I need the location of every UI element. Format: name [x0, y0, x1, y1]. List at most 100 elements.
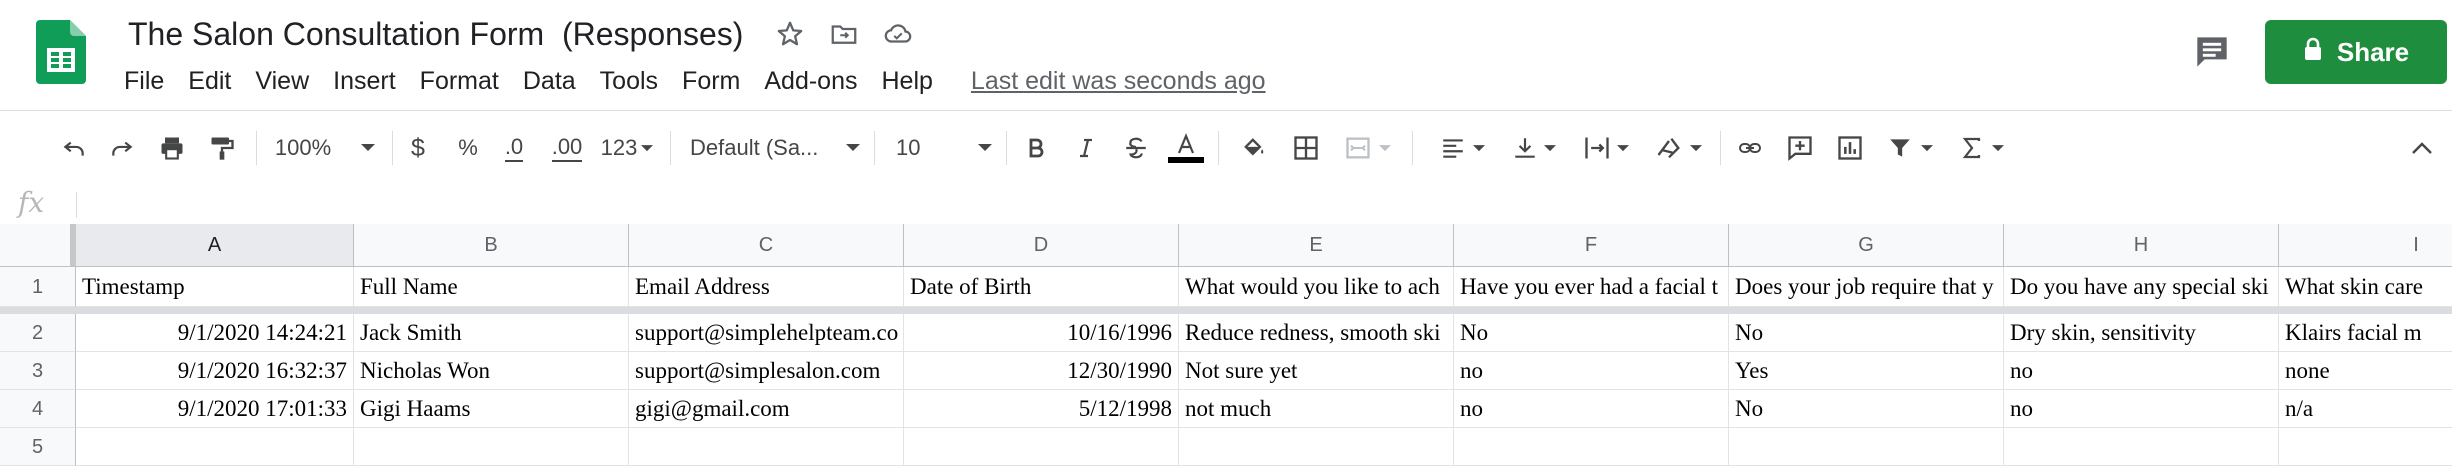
column-header-d[interactable]: D	[904, 224, 1179, 266]
share-button[interactable]: Share	[2265, 20, 2447, 84]
more-formats-button[interactable]: 123	[596, 111, 658, 185]
borders-icon[interactable]	[1284, 111, 1328, 185]
sheets-logo-icon[interactable]	[36, 20, 86, 84]
cell-g4[interactable]: No	[1729, 390, 2004, 428]
column-header-e[interactable]: E	[1179, 224, 1454, 266]
cell-h5[interactable]	[2004, 428, 2279, 466]
text-color-icon[interactable]	[1166, 111, 1206, 185]
text-wrapping-icon[interactable]	[1574, 111, 1638, 185]
cell-d5[interactable]	[904, 428, 1179, 466]
format-currency-button[interactable]: $	[398, 111, 438, 185]
cell-a4[interactable]: 9/1/2020 17:01:33	[76, 390, 354, 428]
horizontal-align-icon[interactable]	[1430, 111, 1494, 185]
vertical-align-icon[interactable]	[1502, 111, 1566, 185]
cell-g5[interactable]	[1729, 428, 2004, 466]
cell-f2[interactable]: No	[1454, 314, 1729, 352]
cloud-status-icon[interactable]	[880, 16, 916, 52]
cell-i3[interactable]: none	[2279, 352, 2452, 390]
column-header-h[interactable]: H	[2004, 224, 2279, 266]
insert-chart-icon[interactable]	[1828, 111, 1872, 185]
cell-e4[interactable]: not much	[1179, 390, 1454, 428]
cell-i1[interactable]: What skin care	[2279, 267, 2452, 307]
column-header-f[interactable]: F	[1454, 224, 1729, 266]
menu-insert[interactable]: Insert	[321, 60, 408, 102]
bold-icon[interactable]	[1016, 111, 1056, 185]
formula-input[interactable]	[84, 184, 2444, 224]
menu-form[interactable]: Form	[670, 60, 752, 102]
document-title[interactable]: The Salon Consultation Form (Responses)	[128, 12, 743, 56]
column-header-c[interactable]: C	[629, 224, 904, 266]
insert-comment-icon[interactable]	[1778, 111, 1822, 185]
functions-icon[interactable]	[1950, 111, 2014, 185]
cell-e3[interactable]: Not sure yet	[1179, 352, 1454, 390]
row-header[interactable]: 4	[0, 390, 76, 428]
row-header[interactable]: 5	[0, 428, 76, 466]
star-icon[interactable]	[772, 16, 808, 52]
cell-h4[interactable]: no	[2004, 390, 2279, 428]
cell-g1[interactable]: Does your job require that y	[1729, 267, 2004, 307]
cell-b4[interactable]: Gigi Haams	[354, 390, 629, 428]
last-edit-link[interactable]: Last edit was seconds ago	[971, 67, 1266, 96]
menu-tools[interactable]: Tools	[588, 60, 670, 102]
menu-format[interactable]: Format	[408, 60, 511, 102]
cell-d1[interactable]: Date of Birth	[904, 267, 1179, 307]
menu-view[interactable]: View	[243, 60, 321, 102]
font-size-select[interactable]: 10	[896, 111, 992, 185]
cell-a5[interactable]	[76, 428, 354, 466]
column-header-b[interactable]: B	[354, 224, 629, 266]
column-header-g[interactable]: G	[1729, 224, 2004, 266]
cell-a3[interactable]: 9/1/2020 16:32:37	[76, 352, 354, 390]
cell-b1[interactable]: Full Name	[354, 267, 629, 307]
column-header-i[interactable]: I	[2279, 224, 2452, 266]
zoom-select[interactable]: 100%	[270, 111, 380, 185]
cell-c4[interactable]: gigi@gmail.com	[629, 390, 904, 428]
cell-i2[interactable]: Klairs facial m	[2279, 314, 2452, 352]
collapse-menus-icon[interactable]	[2404, 111, 2440, 185]
cell-c5[interactable]	[629, 428, 904, 466]
cell-a1[interactable]: Timestamp	[76, 267, 354, 307]
cell-f1[interactable]: Have you ever had a facial t	[1454, 267, 1729, 307]
insert-link-icon[interactable]	[1728, 111, 1772, 185]
print-icon[interactable]	[150, 111, 194, 185]
cell-h2[interactable]: Dry skin, sensitivity	[2004, 314, 2279, 352]
cell-i4[interactable]: n/a	[2279, 390, 2452, 428]
cell-b2[interactable]: Jack Smith	[354, 314, 629, 352]
column-header-a[interactable]: A	[76, 224, 354, 266]
cell-f3[interactable]: no	[1454, 352, 1729, 390]
cell-d2[interactable]: 10/16/1996	[904, 314, 1179, 352]
italic-icon[interactable]	[1066, 111, 1106, 185]
cell-e1[interactable]: What would you like to ach	[1179, 267, 1454, 307]
cell-e2[interactable]: Reduce redness, smooth ski	[1179, 314, 1454, 352]
format-percent-button[interactable]: %	[448, 111, 488, 185]
cell-i5[interactable]	[2279, 428, 2452, 466]
text-rotation-icon[interactable]	[1646, 111, 1710, 185]
move-to-folder-icon[interactable]	[826, 16, 862, 52]
frozen-row-divider[interactable]	[0, 307, 2452, 314]
cell-f5[interactable]	[1454, 428, 1729, 466]
cell-c2[interactable]: support@simplehelpteam.co	[629, 314, 904, 352]
fill-color-icon[interactable]	[1232, 111, 1276, 185]
strikethrough-icon[interactable]	[1116, 111, 1156, 185]
cell-c1[interactable]: Email Address	[629, 267, 904, 307]
row-header[interactable]: 3	[0, 352, 76, 390]
cell-d3[interactable]: 12/30/1990	[904, 352, 1179, 390]
cell-f4[interactable]: no	[1454, 390, 1729, 428]
filter-icon[interactable]	[1878, 111, 1942, 185]
cell-a2[interactable]: 9/1/2020 14:24:21	[76, 314, 354, 352]
paint-format-icon[interactable]	[200, 111, 244, 185]
row-header[interactable]: 2	[0, 314, 76, 352]
menu-help[interactable]: Help	[870, 60, 945, 102]
cell-b5[interactable]	[354, 428, 629, 466]
cell-h3[interactable]: no	[2004, 352, 2279, 390]
menu-edit[interactable]: Edit	[176, 60, 243, 102]
cell-d4[interactable]: 5/12/1998	[904, 390, 1179, 428]
menu-data[interactable]: Data	[511, 60, 588, 102]
decrease-decimal-button[interactable]: .0	[494, 111, 534, 185]
menu-add-ons[interactable]: Add-ons	[752, 60, 869, 102]
font-family-select[interactable]: Default (Sa...	[690, 111, 860, 185]
cell-b3[interactable]: Nicholas Won	[354, 352, 629, 390]
row-header[interactable]: 1	[0, 267, 76, 307]
undo-icon[interactable]	[52, 111, 96, 185]
menu-file[interactable]: File	[112, 60, 176, 102]
cell-c3[interactable]: support@simplesalon.com	[629, 352, 904, 390]
